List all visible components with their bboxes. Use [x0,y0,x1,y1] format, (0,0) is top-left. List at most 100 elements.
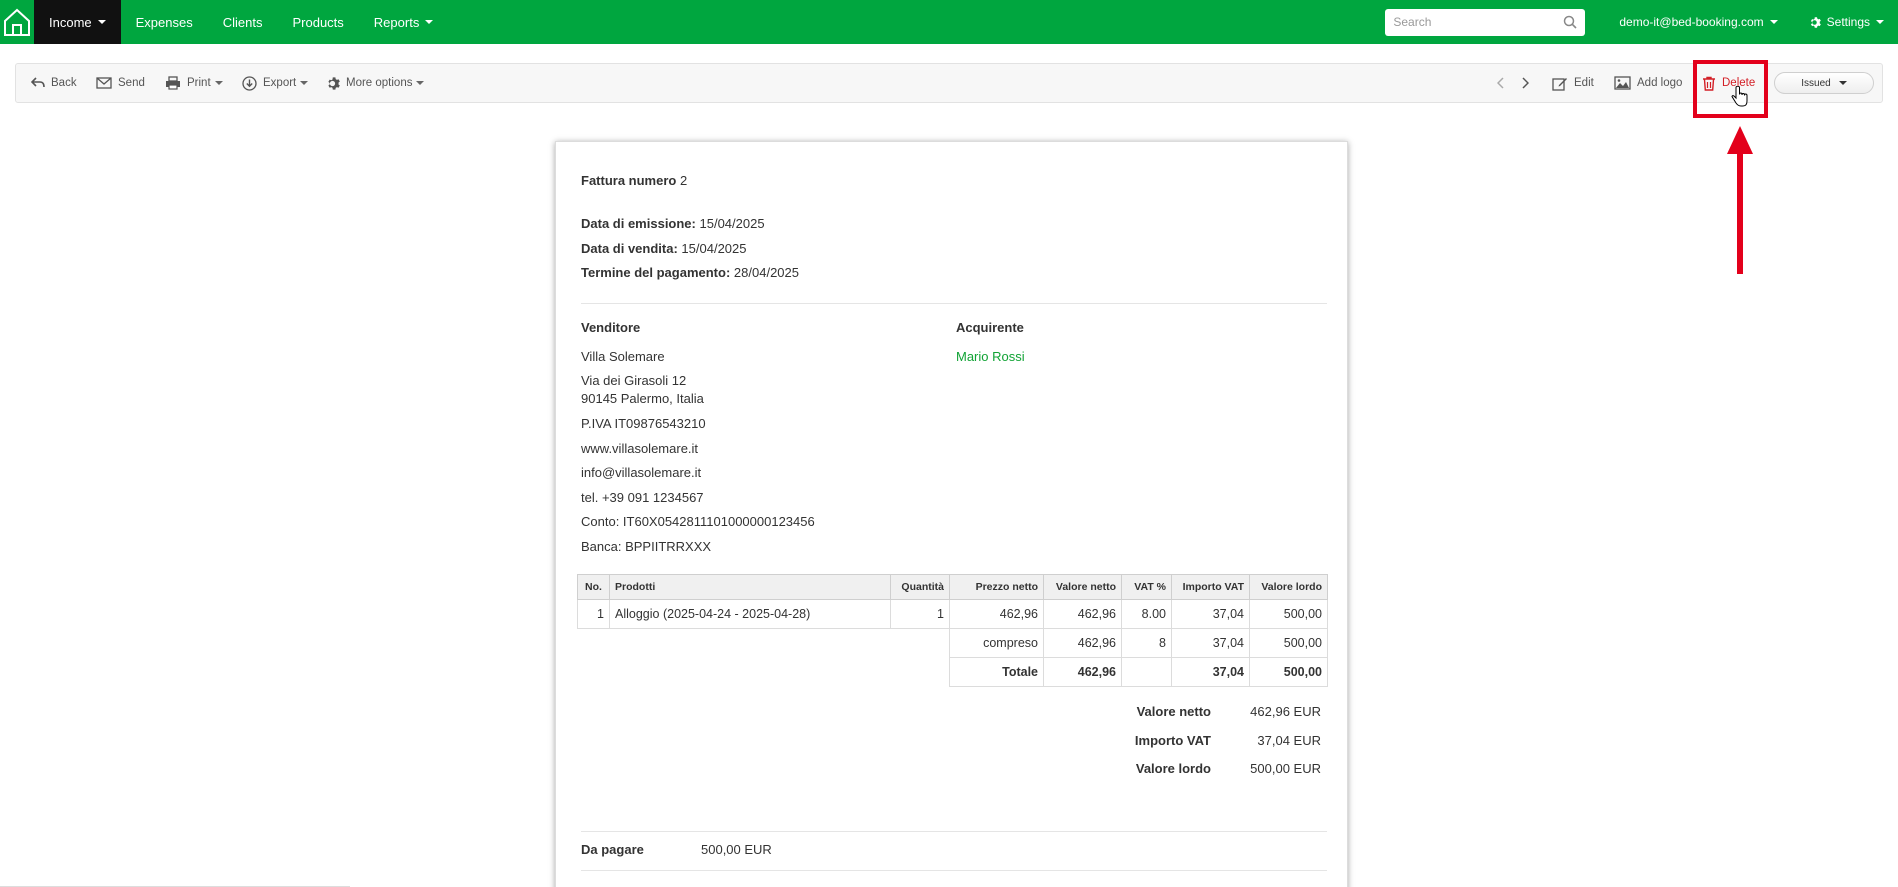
col-gross: Valore lordo [1249,574,1328,600]
nav-right: demo-it@bed-booking.com Settings [1385,0,1898,44]
add-logo-label: Add logo [1637,77,1683,89]
chevron-right-icon [1522,77,1529,89]
image-icon [1614,76,1631,90]
vat-row-gross: 500,00 [1249,628,1328,658]
settings-label: Settings [1826,15,1870,29]
nav-expenses-label: Expenses [135,14,193,30]
total-gross: 500,00 [1249,657,1328,687]
edit-icon [1552,77,1567,91]
edit-label: Edit [1574,77,1594,89]
col-vat-amount: Importo VAT [1171,574,1250,600]
more-options-label: More options [346,77,413,89]
summary-gross-value: 500,00 EUR [1250,761,1321,776]
download-circle-icon [242,75,257,91]
export-button[interactable]: Export [242,64,309,102]
seller-address-line1: Via dei Girasoli 12 [581,373,687,388]
sale-date-line: Data di vendita: 15/04/2025 [581,241,747,256]
buyer-heading-label: Acquirente [956,320,1024,335]
buyer-heading: Acquirente [956,320,1024,335]
buyer-name-link[interactable]: Mario Rossi [956,349,1025,364]
back-arrow-icon [31,77,45,88]
edit-button[interactable]: Edit [1552,64,1594,102]
row-no: 1 [577,599,610,629]
vat-row-vat-amount: 37,04 [1171,628,1250,658]
printer-icon [166,76,180,90]
home-button[interactable] [0,0,34,44]
invoice-number: 2 [679,173,688,188]
search-box [1385,8,1586,36]
seller-heading-label: Venditore [581,320,641,335]
seller-address-line2: 90145 Palermo, Italia [581,391,704,406]
caret-down-icon [214,81,223,85]
status-label: Issued [1801,77,1831,89]
nav-reports[interactable]: Reports [359,0,449,44]
send-label: Send [118,77,145,89]
previous-invoice-button[interactable] [1497,64,1511,102]
payment-due-line: Termine del pagamento: 28/04/2025 [581,265,799,280]
send-button[interactable]: Send [96,64,145,102]
search-input[interactable] [1393,15,1554,29]
vat-row-label: compreso [949,628,1044,658]
seller-bank: Banca: BPPIITRRXXX [581,539,712,554]
vat-summary-row: compreso 462,96 8 37,04 500,00 [578,628,1328,658]
vat-row-net-value: 462,96 [1043,628,1122,658]
row-gross: 500,00 [1249,599,1328,629]
summary-vat-value: 37,04 EUR [1257,733,1321,748]
back-button[interactable]: Back [31,64,77,102]
seller-name: Villa Solemare [581,349,665,364]
print-button[interactable]: Print [165,64,223,102]
to-pay-label: Da pagare [581,842,644,857]
gear-icon [328,76,340,90]
issue-date-label: Data di emissione: [581,216,696,231]
nav-products[interactable]: Products [277,0,358,44]
add-logo-button[interactable]: Add logo [1614,64,1682,102]
issue-date: 15/04/2025 [699,216,765,231]
seller-heading: Venditore [581,320,640,335]
sale-date-label: Data di vendita: [581,241,678,256]
divider [581,303,1327,304]
nav-income[interactable]: Income [34,0,121,44]
search-icon[interactable] [1563,15,1577,29]
issue-date-line: Data di emissione: 15/04/2025 [581,216,765,231]
seller-vat: P.IVA IT09876543210 [581,416,706,431]
caret-down-icon [97,20,106,24]
settings-menu[interactable]: Settings [1792,0,1898,44]
col-quantity: Quantità [890,574,950,600]
user-menu[interactable]: demo-it@bed-booking.com [1605,0,1791,44]
home-icon [4,8,30,36]
col-net-price: Prezzo netto [949,574,1044,600]
envelope-icon [96,77,112,89]
nav-products-label: Products [292,14,344,30]
caret-down-icon [1769,20,1778,24]
summary-net-value: 462,96 EUR [1250,704,1321,719]
caret-down-icon [300,81,309,85]
row-qty: 1 [890,599,950,629]
divider [581,870,1327,871]
invoice-title-label: Fattura numero [581,173,677,188]
caret-down-icon [1876,20,1884,24]
col-no: No. [577,574,610,600]
caret-down-icon [425,20,434,24]
payment-due: 28/04/2025 [733,265,799,280]
seller-account: Conto: IT60X0542811101000000123456 [581,514,815,529]
row-product-link[interactable]: Alloggio (2025-04-24 - 2025-04-28) [609,599,891,629]
to-pay-label-text: Da pagare [581,842,644,857]
col-vat-pct: VAT % [1121,574,1172,600]
total-label: Totale [949,657,1044,687]
invoice-document: Fattura numero 2 Data di emissione: 15/0… [555,141,1348,887]
table-row: 1 Alloggio (2025-04-24 - 2025-04-28) 1 4… [577,599,1328,629]
nav-income-label: Income [49,14,92,30]
next-invoice-button[interactable] [1521,64,1535,102]
nav-clients[interactable]: Clients [208,0,278,44]
row-vat-amount: 37,04 [1171,599,1250,629]
nav-expenses[interactable]: Expenses [121,0,208,44]
vat-row-vat-pct: 8 [1121,628,1172,658]
row-vat-pct: 8.00 [1121,599,1172,629]
total-vat-pct [1121,657,1172,687]
col-products: Prodotti [609,574,891,600]
status-dropdown[interactable]: Issued [1774,72,1874,94]
more-options-button[interactable]: More options [325,64,425,102]
user-email: demo-it@bed-booking.com [1619,15,1764,29]
caret-down-icon [416,81,425,85]
to-pay-value: 500,00 EUR [701,842,772,857]
